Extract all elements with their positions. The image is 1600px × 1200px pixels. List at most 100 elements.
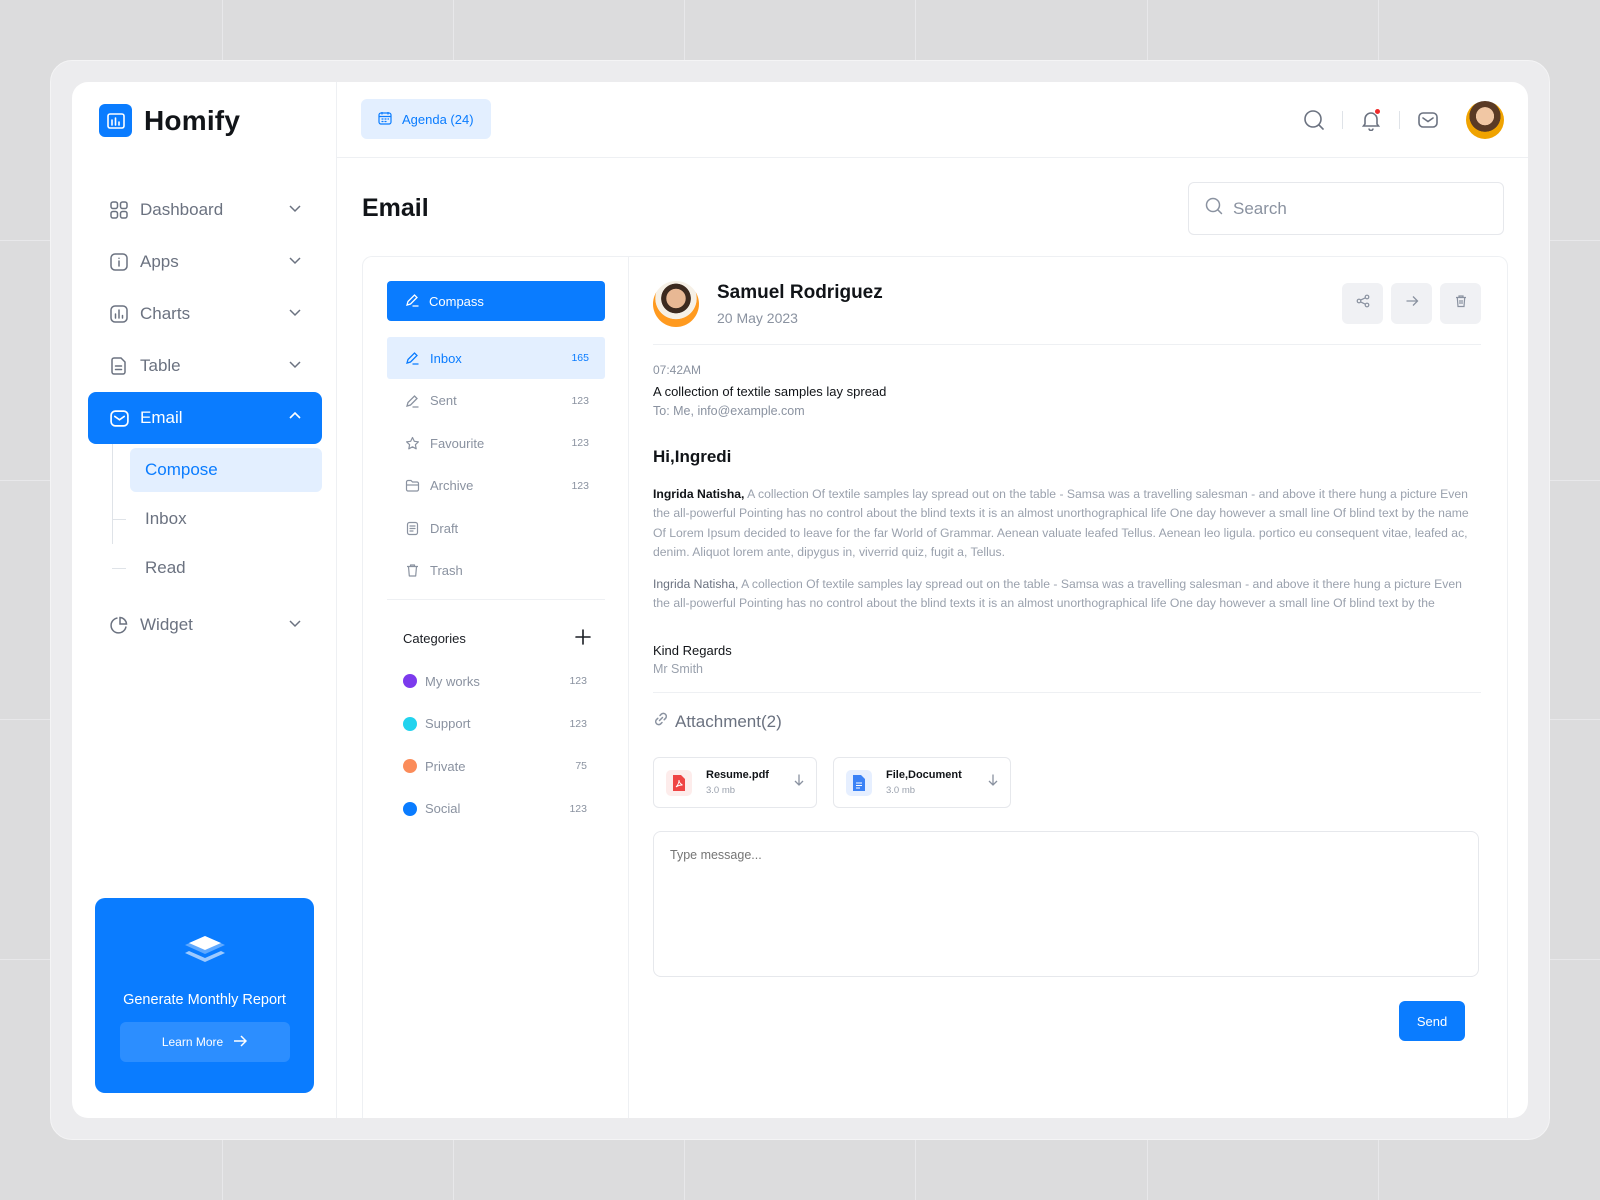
bell-icon[interactable]	[1351, 100, 1391, 140]
download-icon[interactable]	[792, 773, 806, 792]
sidebar-subitem-read[interactable]: Read	[112, 546, 322, 590]
chevron-down-icon[interactable]	[288, 304, 302, 324]
avatar[interactable]	[1466, 101, 1504, 139]
download-icon[interactable]	[986, 773, 1000, 792]
category-my-works[interactable]: My works 123	[403, 660, 587, 703]
category-label: Private	[425, 758, 466, 774]
attachment-name: File,Document	[886, 769, 962, 781]
folder-label: Sent	[430, 393, 457, 409]
trash-icon	[1454, 294, 1468, 313]
search-input[interactable]: Search	[1188, 182, 1504, 235]
category-dot	[403, 801, 417, 816]
paragraph-name: Ingrida Natisha,	[653, 487, 745, 501]
category-count: 123	[569, 675, 587, 688]
category-label: My works	[425, 673, 480, 689]
categories-title: Categories	[403, 631, 466, 646]
folder-inbox[interactable]: Inbox 165	[387, 337, 605, 379]
attachment-name: Resume.pdf	[706, 769, 769, 781]
sidebar-subitem-label: Read	[145, 558, 186, 577]
divider	[653, 692, 1481, 693]
share-icon	[1356, 294, 1370, 313]
mail-panel: Compass Inbox 165 Sent 123 Favourite 123	[362, 256, 1508, 1118]
search-icon[interactable]	[1294, 100, 1334, 140]
chevron-down-icon[interactable]	[288, 615, 302, 635]
attachment-info: Resume.pdf 3.0 mb	[706, 769, 769, 796]
sidebar-item-apps[interactable]: Apps	[88, 236, 322, 288]
sender-info: Samuel Rodriguez 20 May 2023	[717, 282, 883, 326]
sidebar-item-label: Apps	[140, 252, 179, 271]
categories-header: Categories	[403, 629, 591, 648]
topbar: Agenda (24)	[337, 82, 1528, 158]
chevron-up-icon[interactable]	[288, 408, 302, 428]
paragraph-text: A collection Of textile samples lay spre…	[653, 487, 1469, 560]
forward-button[interactable]	[1391, 283, 1432, 324]
trash-icon	[405, 563, 421, 578]
calendar-icon	[378, 111, 392, 128]
message-greeting: Hi,Ingredi	[653, 447, 732, 466]
share-button[interactable]	[1342, 283, 1383, 324]
delete-button[interactable]	[1440, 283, 1481, 324]
search-icon	[1205, 197, 1223, 220]
chevron-down-icon[interactable]	[288, 252, 302, 272]
category-dot	[403, 716, 417, 731]
mail-icon[interactable]	[1408, 100, 1448, 140]
folder-count: 123	[571, 437, 589, 450]
folder-sent[interactable]: Sent 123	[387, 380, 605, 422]
folder-trash[interactable]: Trash	[387, 550, 605, 592]
attachment-size: 3.0 mb	[886, 785, 916, 796]
folder-draft[interactable]: Draft	[387, 507, 605, 549]
brand-logo[interactable]: Homify	[99, 104, 240, 137]
sidebar-item-table[interactable]: Table	[88, 340, 322, 392]
submenu-line	[112, 444, 113, 544]
sidebar-item-charts[interactable]: Charts	[88, 288, 322, 340]
document-icon	[108, 355, 130, 377]
attachment-item[interactable]: Resume.pdf 3.0 mb	[653, 757, 817, 808]
sidebar-item-email[interactable]: Email	[88, 392, 322, 444]
category-dot	[403, 674, 417, 689]
search-placeholder: Search	[1233, 198, 1287, 218]
sidebar-nav: Dashboard Apps Charts Table Email Compos…	[88, 184, 322, 651]
message-recipients: To: Me, info@example.com	[653, 404, 805, 418]
sidebar-item-dashboard[interactable]: Dashboard	[88, 184, 322, 236]
star-icon	[405, 436, 421, 451]
category-social[interactable]: Social 123	[403, 788, 587, 831]
chevron-down-icon[interactable]	[288, 356, 302, 376]
sidebar-subitem-compose[interactable]: Compose	[130, 448, 322, 492]
arrow-right-icon	[1405, 294, 1419, 313]
send-button[interactable]: Send	[1399, 1001, 1465, 1041]
reply-textarea[interactable]	[653, 831, 1479, 977]
learn-more-button[interactable]: Learn More	[119, 1022, 290, 1062]
attachment-info: File,Document 3.0 mb	[886, 769, 962, 796]
folder-favourite[interactable]: Favourite 123	[387, 422, 605, 464]
plus-icon[interactable]	[575, 629, 591, 648]
signoff: Kind Regards	[653, 643, 732, 658]
category-count: 123	[569, 717, 587, 730]
category-count: 75	[575, 760, 587, 773]
pen-icon	[405, 293, 419, 310]
sidebar-item-label: Dashboard	[140, 200, 224, 219]
agenda-button[interactable]: Agenda (24)	[361, 99, 491, 139]
document-icon	[846, 769, 872, 796]
sidebar-item-label: Widget	[140, 615, 193, 634]
message-view: Samuel Rodriguez 20 May 2023 07:42AM A c…	[629, 257, 1507, 1118]
category-label: Support	[425, 716, 471, 732]
sidebar-item-label: Email	[140, 408, 183, 427]
category-list: My works 123 Support 123 Private 75 Soci…	[403, 660, 587, 830]
chevron-down-icon[interactable]	[288, 200, 302, 220]
folder-archive[interactable]: Archive 123	[387, 465, 605, 507]
attachment-list: Resume.pdf 3.0 mb File,Document 3.0 mb	[653, 757, 1011, 808]
folder-list: Inbox 165 Sent 123 Favourite 123 Archive…	[387, 337, 605, 593]
link-icon	[653, 711, 669, 732]
compose-button[interactable]: Compass	[387, 281, 605, 321]
signoff-name: Mr Smith	[653, 662, 703, 676]
sidebar-item-widget[interactable]: Widget	[88, 599, 322, 651]
attachment-item[interactable]: File,Document 3.0 mb	[833, 757, 1011, 808]
folder-label: Archive	[430, 478, 474, 494]
sender-header: Samuel Rodriguez 20 May 2023	[653, 281, 883, 327]
message-actions	[1342, 283, 1481, 324]
sidebar-subitem-inbox[interactable]: Inbox	[112, 497, 322, 541]
category-support[interactable]: Support 123	[403, 703, 587, 746]
divider	[653, 344, 1481, 345]
info-square-icon	[108, 251, 130, 273]
category-private[interactable]: Private 75	[403, 745, 587, 788]
